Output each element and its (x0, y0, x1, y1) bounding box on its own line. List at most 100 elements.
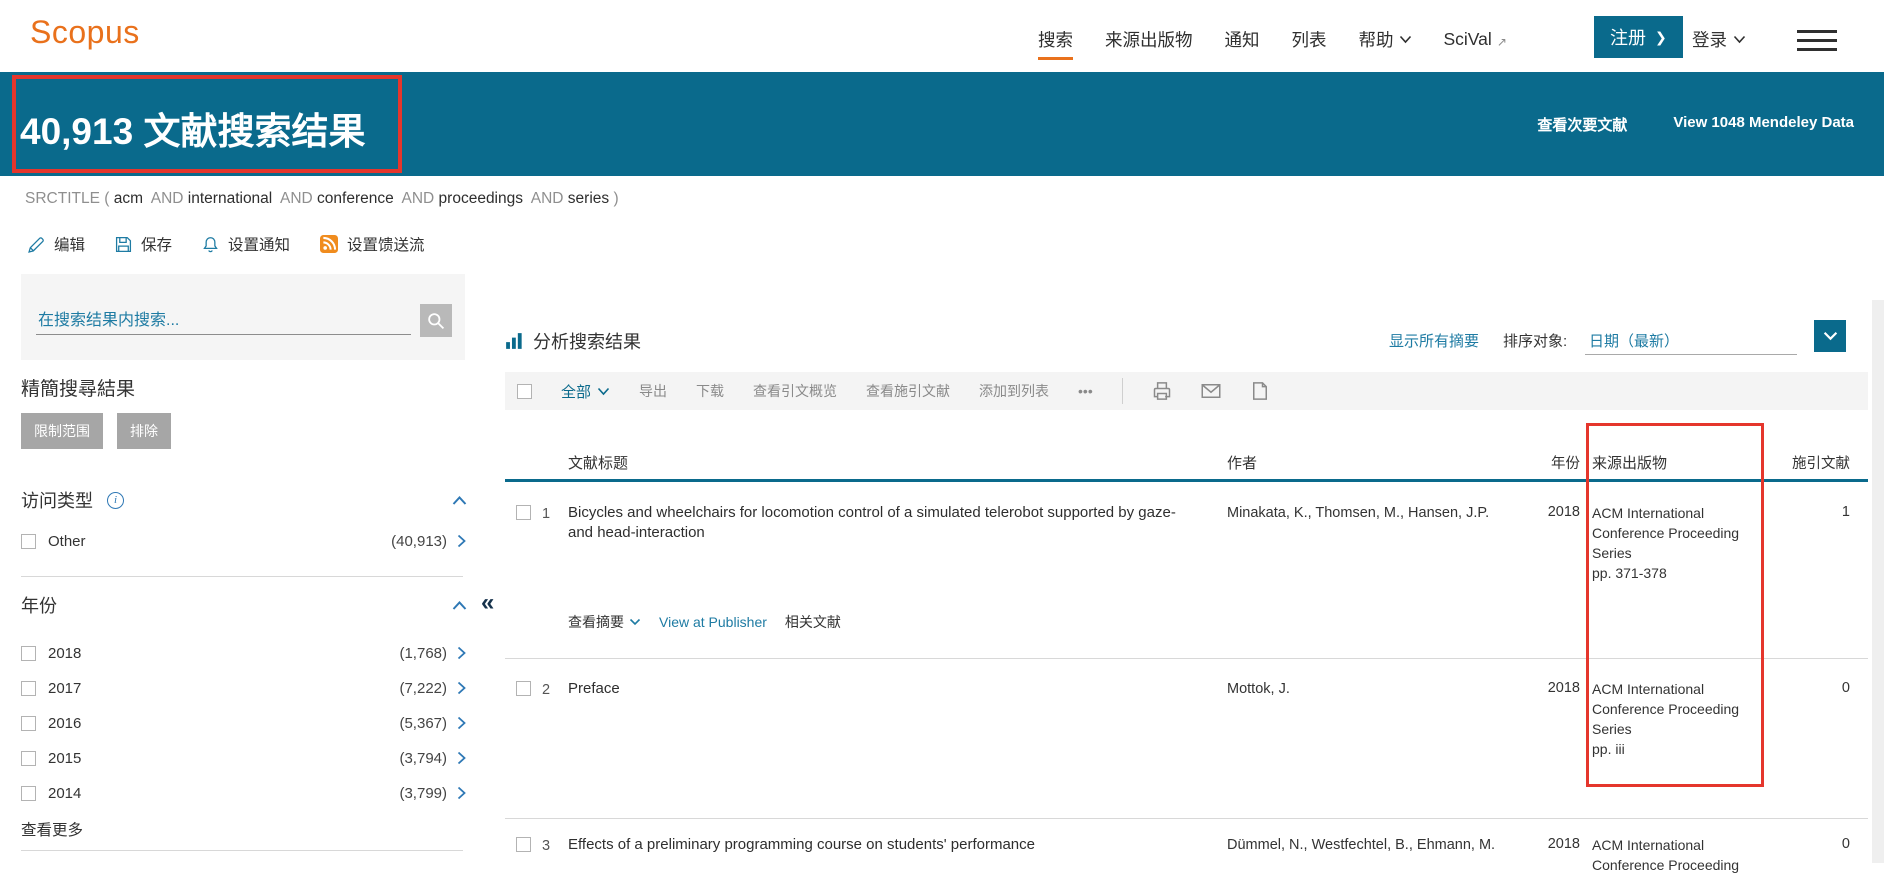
chevron-right-icon[interactable] (456, 681, 467, 695)
document-title[interactable]: Bicycles and wheelchairs for locomotion … (568, 503, 1200, 543)
year: 2018 (1500, 504, 1580, 520)
column-title[interactable]: 文献标题 (568, 452, 628, 473)
facet-label: Other (48, 533, 86, 550)
chevron-right-icon[interactable] (456, 534, 467, 548)
scopus-logo[interactable]: Scopus (30, 14, 140, 51)
column-authors[interactable]: 作者 (1227, 452, 1257, 473)
nav-lists[interactable]: 列表 (1292, 27, 1327, 52)
checkbox[interactable] (21, 786, 36, 801)
select-all-checkbox[interactable] (517, 384, 532, 399)
column-cited-by[interactable]: 施引文献 (1765, 452, 1850, 473)
chevron-right-icon[interactable] (456, 646, 467, 660)
query-token: international (188, 190, 272, 207)
view-abstract-link[interactable]: 查看摘要 (568, 612, 641, 632)
search-query: SRCTITLE ( acm AND international AND con… (25, 190, 619, 208)
view-at-publisher-link[interactable]: View at Publisher (659, 614, 767, 630)
menu-icon[interactable] (1797, 30, 1837, 57)
limit-to-button[interactable]: 限制范围 (21, 413, 103, 449)
cited-by-count[interactable]: 0 (1765, 680, 1850, 696)
facet-item-year-2015[interactable]: 2015 (3,794) (21, 748, 467, 768)
results-banner: 40,913 文献搜索结果 查看次要文献 View 1048 Mendeley … (0, 72, 1884, 176)
column-year[interactable]: 年份 (1500, 452, 1580, 473)
chevron-right-icon: ❯ (1655, 29, 1667, 46)
email-icon[interactable] (1201, 381, 1221, 401)
analyze-results-link[interactable]: 分析搜索结果 (505, 328, 641, 354)
column-source[interactable]: 来源出版物 (1592, 452, 1667, 473)
checkbox[interactable] (21, 681, 36, 696)
view-more-link[interactable]: 查看更多 (21, 818, 83, 840)
checkbox[interactable] (21, 751, 36, 766)
scrollbar-track[interactable] (1872, 300, 1884, 863)
export-button[interactable]: 导出 (639, 381, 667, 401)
download-button[interactable]: 下载 (696, 381, 724, 401)
facet-item-year-2018[interactable]: 2018 (1,768) (21, 643, 467, 663)
login-button[interactable]: 登录 (1692, 27, 1746, 52)
save-label: 保存 (141, 233, 172, 255)
source-title[interactable]: ACM International Conference Proceeding (1592, 835, 1767, 875)
facet-label: 2016 (48, 715, 81, 732)
source-title[interactable]: ACM International Conference Proceeding … (1592, 679, 1767, 759)
document-title[interactable]: Effects of a preliminary programming cou… (568, 835, 1200, 855)
search-within-input[interactable] (36, 308, 411, 335)
search-within-button[interactable] (420, 304, 452, 337)
row-checkbox[interactable] (516, 505, 531, 520)
chevron-right-icon[interactable] (456, 716, 467, 730)
checkbox[interactable] (21, 646, 36, 661)
facet-item-year-2014[interactable]: 2014 (3,799) (21, 783, 467, 803)
set-feed-button[interactable]: 设置馈送流 (320, 233, 425, 255)
pdf-document-icon[interactable] (1250, 381, 1270, 401)
set-alert-button[interactable]: 设置通知 (202, 233, 290, 255)
nav-sources[interactable]: 来源出版物 (1105, 27, 1193, 52)
row-checkbox[interactable] (516, 837, 531, 852)
sort-dropdown-button[interactable] (1814, 320, 1846, 352)
nav-lists-label: 列表 (1292, 27, 1327, 52)
view-secondary-link[interactable]: 查看次要文献 (1537, 114, 1627, 135)
facet-item-other[interactable]: Other (40,913) (21, 531, 467, 551)
chevron-right-icon[interactable] (456, 751, 467, 765)
chevron-up-icon[interactable] (452, 600, 467, 611)
nav-search[interactable]: 搜索 (1038, 27, 1073, 60)
source-line: Conference Proceeding (1592, 523, 1767, 543)
checkbox[interactable] (21, 534, 36, 549)
cited-by-count[interactable]: 0 (1765, 836, 1850, 852)
related-documents-link[interactable]: 相关文献 (785, 612, 841, 632)
exclude-button[interactable]: 排除 (117, 413, 171, 449)
save-query-button[interactable]: 保存 (115, 233, 172, 255)
more-options-button[interactable]: ••• (1078, 383, 1093, 399)
facet-item-year-2017[interactable]: 2017 (7,222) (21, 678, 467, 698)
add-to-list-button[interactable]: 添加到列表 (979, 381, 1049, 401)
search-within-panel (21, 274, 465, 360)
chevron-right-icon[interactable] (456, 786, 467, 800)
sort-value[interactable]: 日期（最新） (1589, 330, 1679, 351)
print-icon[interactable] (1152, 381, 1172, 401)
query-token: SRCTITLE ( (25, 190, 114, 207)
query-token: ) (609, 190, 618, 207)
view-mendeley-link[interactable]: View 1048 Mendeley Data (1673, 114, 1854, 135)
view-cited-by-button[interactable]: 查看施引文献 (866, 381, 950, 401)
info-icon[interactable]: i (107, 492, 124, 509)
facet-count: (3,794) (399, 750, 447, 767)
nav-help[interactable]: 帮助 (1359, 27, 1412, 52)
nav-alerts[interactable]: 通知 (1225, 27, 1260, 52)
source-title[interactable]: ACM International Conference Proceeding … (1592, 503, 1767, 583)
authors[interactable]: Dümmel, N., Westfechtel, B., Ehmann, M. (1227, 836, 1522, 855)
facet-label: 2017 (48, 680, 81, 697)
top-nav: 搜索 来源出版物 通知 列表 帮助 SciVal ↗ (1038, 27, 1507, 52)
authors[interactable]: Minakata, K., Thomsen, M., Hansen, J.P. (1227, 504, 1522, 523)
view-citation-overview-button[interactable]: 查看引文概览 (753, 381, 837, 401)
nav-scival[interactable]: SciVal ↗ (1444, 29, 1507, 50)
query-token: conference (317, 190, 394, 207)
checkbox[interactable] (21, 716, 36, 731)
facet-item-year-2016[interactable]: 2016 (5,367) (21, 713, 467, 733)
edit-query-button[interactable]: 编辑 (28, 233, 85, 255)
register-button[interactable]: 注册 ❯ (1594, 16, 1683, 58)
select-all-dropdown[interactable]: 全部 (561, 381, 610, 402)
source-line: Conference Proceeding (1592, 699, 1767, 719)
show-all-abstracts-link[interactable]: 显示所有摘要 (1389, 330, 1479, 351)
document-title[interactable]: Preface (568, 679, 1200, 699)
collapse-sidebar-icon[interactable]: « (481, 589, 494, 617)
chevron-up-icon[interactable] (452, 495, 467, 506)
row-checkbox[interactable] (516, 681, 531, 696)
cited-by-count[interactable]: 1 (1765, 504, 1850, 520)
authors[interactable]: Mottok, J. (1227, 680, 1522, 699)
